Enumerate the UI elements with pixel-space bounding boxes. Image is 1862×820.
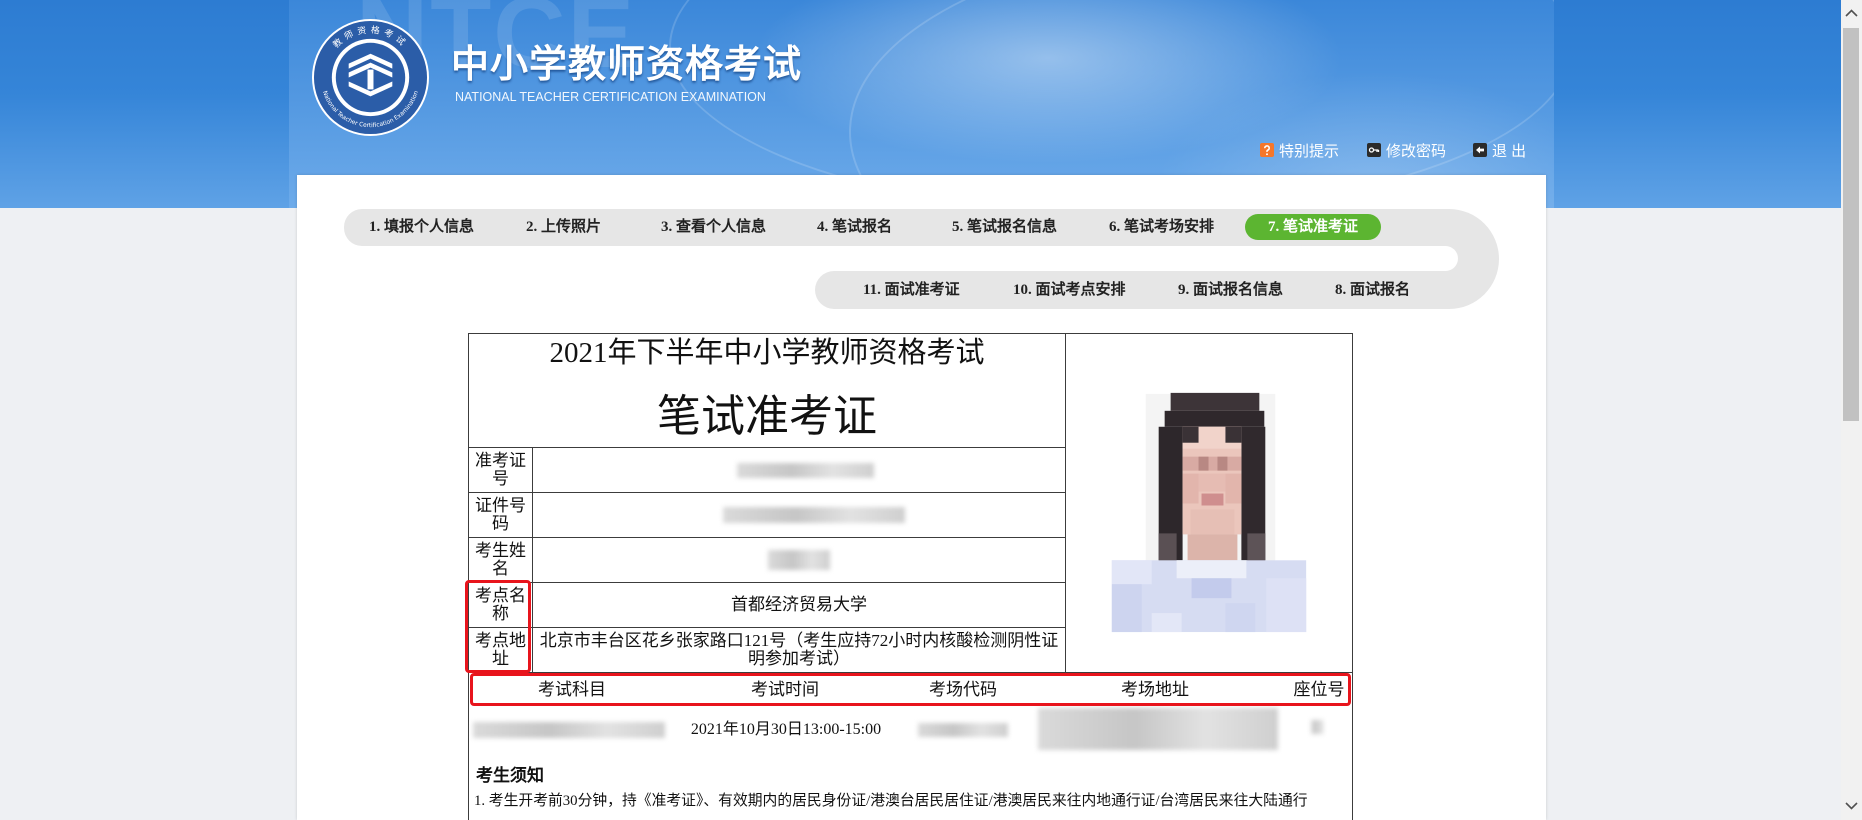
- redacted-value: [723, 507, 905, 523]
- redacted-value: [736, 462, 874, 478]
- ticket-row-exam-site-address: 考点地址 北京市丰台区花乡张家路口121号（考生应持72小时内核酸检测阴性证明参…: [469, 627, 1065, 672]
- step-written-admission-ticket[interactable]: 7. 笔试准考证: [1245, 214, 1381, 240]
- change-password-label: 修改密码: [1386, 142, 1447, 160]
- ticket-row-id-number: 证件号码: [469, 492, 1065, 537]
- field-label: 证件号码: [469, 493, 533, 537]
- step-interview-admission-ticket[interactable]: 11. 面试准考证: [863, 281, 960, 299]
- photo-cell: [1065, 334, 1353, 672]
- step-track-gap: [1300, 246, 1458, 271]
- exam-time: 2021年10月30日13:00-15:00: [690, 721, 882, 738]
- step-view-personal-info[interactable]: 3. 查看个人信息: [661, 218, 766, 236]
- special-notice-label: 特别提示: [1279, 142, 1340, 160]
- ntce-logo: 教师资格考试 National Teacher Certification Ex…: [311, 18, 430, 137]
- notice-item: 1. 考生开考前30分钟，持《准考证》、有效期内的居民身份证/港澳台居民居住证/…: [474, 793, 1308, 809]
- field-value: [533, 448, 1065, 492]
- ticket-title-cell: 2021年下半年中小学教师资格考试 笔试准考证: [469, 334, 1065, 447]
- step-written-registration-info[interactable]: 5. 笔试报名信息: [952, 218, 1057, 236]
- redacted-value: [768, 550, 830, 570]
- scroll-down-arrow-icon[interactable]: [1844, 798, 1859, 813]
- key-icon: [1367, 143, 1381, 157]
- field-label: 考生姓名: [469, 538, 533, 582]
- ticket-row-exam-site-name: 考点名称 首都经济贸易大学: [469, 582, 1065, 627]
- logout-label: 退 出: [1492, 142, 1527, 160]
- exam-site-name: 首都经济贸易大学: [731, 595, 867, 614]
- notice-heading: 考生须知: [476, 766, 544, 785]
- change-password-link[interactable]: 修改密码: [1367, 141, 1447, 160]
- redacted-seat: [1311, 720, 1323, 734]
- step-written-exam-arrangement[interactable]: 6. 笔试考场安排: [1109, 218, 1214, 236]
- field-label: 准考证号: [469, 448, 533, 492]
- candidate-photo: [1111, 392, 1307, 633]
- scroll-thumb[interactable]: [1843, 28, 1859, 421]
- redacted-subject: [473, 722, 665, 738]
- field-value: [533, 493, 1065, 537]
- ticket-row-candidate-name: 考生姓名: [469, 537, 1065, 582]
- site-title: 中小学教师资格考试: [451, 42, 803, 86]
- exam-site-address: 北京市丰台区花乡张家路口121号（考生应持72小时内核酸检测阴性证明参加考试）: [539, 631, 1059, 668]
- field-value: [533, 538, 1065, 582]
- logout-icon: [1473, 143, 1487, 157]
- exam-title: 2021年下半年中小学教师资格考试: [549, 337, 985, 369]
- scroll-up-arrow-icon[interactable]: [1844, 6, 1859, 21]
- step-upload-photo[interactable]: 2. 上传照片: [526, 218, 601, 236]
- highlight-box-site-labels: [465, 580, 531, 673]
- site-subtitle: NATIONAL TEACHER CERTIFICATION EXAMINATI…: [455, 90, 766, 104]
- step-navigation: 1. 填报个人信息 2. 上传照片 3. 查看个人信息 4. 笔试报名 5. 笔…: [344, 209, 1499, 309]
- step-written-registration[interactable]: 4. 笔试报名: [817, 218, 892, 236]
- notice-icon: [1260, 143, 1274, 157]
- ticket-row-admission-number: 准考证号: [469, 447, 1065, 492]
- step-interview-registration-info[interactable]: 9. 面试报名信息: [1178, 281, 1283, 299]
- special-notice-link[interactable]: 特别提示: [1260, 141, 1340, 160]
- step-interview-site-arrangement[interactable]: 10. 面试考点安排: [1013, 281, 1126, 299]
- redacted-room-address: [1038, 708, 1278, 750]
- step-interview-registration[interactable]: 8. 面试报名: [1335, 281, 1410, 299]
- admission-ticket: 2021年下半年中小学教师资格考试 笔试准考证 准考证号 证件号码 考生姓名 考…: [465, 333, 1353, 820]
- logout-link[interactable]: 退 出: [1473, 141, 1527, 160]
- ticket-doc-title: 笔试准考证: [657, 392, 877, 441]
- vertical-scrollbar[interactable]: [1841, 0, 1862, 820]
- redacted-room-code: [918, 723, 1008, 737]
- step-fill-personal-info[interactable]: 1. 填报个人信息: [369, 218, 474, 236]
- highlight-box-schedule-header: [470, 673, 1351, 706]
